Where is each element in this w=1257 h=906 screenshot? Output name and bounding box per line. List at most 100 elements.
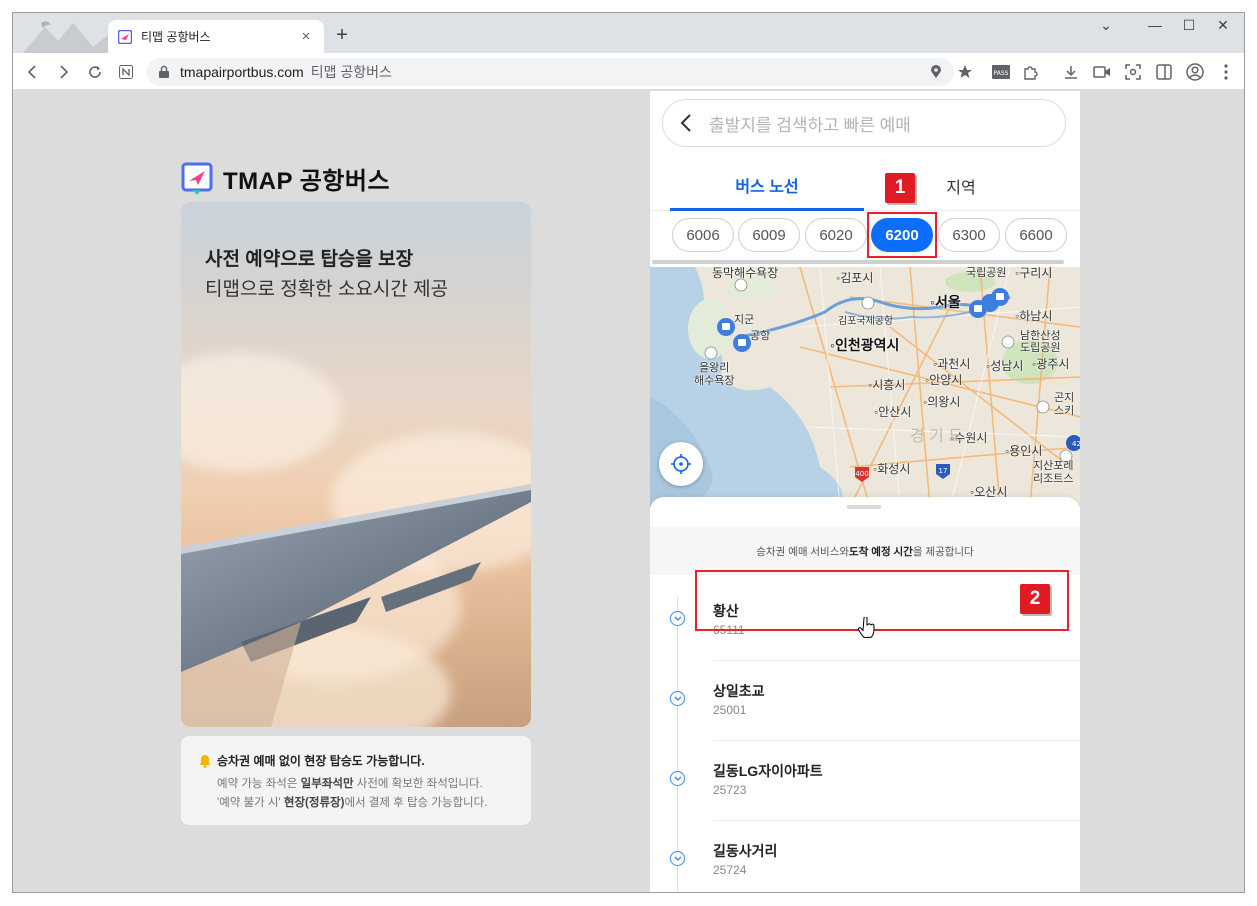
map-label-gyeonggi: 경 기 도	[910, 428, 964, 445]
map-label-gimpo: ◦김포시	[836, 271, 874, 285]
route-chip-list: 6006 6009 6020 6200 6300 6600	[650, 216, 1080, 256]
route-map[interactable]: 400 17 42 동막해수욕장 ◦김포시 김포국제공항 ◦인천광역시 ◦서울 …	[650, 267, 1080, 507]
annotation-box-stop-hwangsan	[695, 570, 1069, 631]
reload-button[interactable]	[84, 61, 106, 83]
map-label-eulwangri: 을왕리 해수욕장	[694, 362, 735, 387]
svg-text:PASS: PASS	[994, 70, 1009, 77]
cast-video-icon[interactable]	[1092, 62, 1112, 82]
naver-n-icon	[119, 65, 133, 79]
map-label-incheon: ◦인천광역시	[830, 337, 900, 353]
hand-cursor-icon	[858, 617, 875, 638]
map-label-ansan: ◦안산시	[874, 405, 912, 419]
lock-icon	[158, 65, 170, 79]
url-text: tmapairportbus.com	[180, 64, 304, 80]
naver-extension-button[interactable]	[115, 61, 137, 83]
reload-icon	[89, 66, 101, 78]
location-pin-icon[interactable]	[930, 65, 942, 82]
pass-extension-icon[interactable]: PASS	[991, 62, 1011, 82]
route-chip-6020[interactable]: 6020	[805, 218, 867, 252]
map-label-gonghang: 공항	[750, 330, 771, 342]
notice-line-1: 예약 가능 좌석은 일부좌석만 사전에 확보한 좌석입니다.	[217, 778, 483, 790]
annotation-box-route-6200	[867, 212, 937, 258]
chevron-down-icon	[670, 771, 685, 786]
address-bar[interactable]: tmapairportbus.com 티맵 공항버스	[146, 58, 954, 86]
map-label-jisan: 지산포레 리조트스	[1033, 460, 1074, 485]
tab-bus-routes[interactable]: 버스 노선	[670, 161, 864, 211]
page-content: TMAP 공항버스 사전 예약으로 탑승을 보장 티맵으로 정확한 소요시간 제…	[13, 91, 1244, 892]
back-chevron-icon[interactable]	[679, 113, 693, 133]
route-panel: 출발지를 검색하고 빠른 예매 버스 노선 지역 6006 6009 6020 …	[650, 91, 1080, 892]
minimize-button[interactable]: —	[1140, 17, 1170, 33]
map-label-jigun: 지군	[734, 314, 755, 326]
map-label-gimpo-airport: 김포국제공항	[838, 316, 894, 327]
stop-list-sheet: 승차권 예매 서비스와 도착 예정 시간 을 제공합니다 황산 65111 상일초…	[650, 497, 1080, 892]
map-label-dongmak: 동막해수욕장	[712, 267, 779, 280]
sheet-drag-handle[interactable]	[847, 505, 881, 509]
theme-decoration	[23, 21, 108, 53]
route-chip-6009[interactable]: 6009	[738, 218, 800, 252]
annotation-badge-2: 2	[1020, 584, 1050, 614]
side-panel-icon[interactable]	[1154, 62, 1174, 82]
brand-header: TMAP 공항버스	[181, 161, 390, 196]
bell-icon	[199, 755, 211, 768]
profile-avatar-icon[interactable]	[1185, 62, 1205, 82]
route-chip-6300[interactable]: 6300	[938, 218, 1000, 252]
download-icon[interactable]	[1061, 62, 1081, 82]
browser-window: 티맵 공항버스 × + ⌄ — ☐ ✕ tmapairportbus.com 티…	[12, 12, 1245, 893]
tmap-logo-icon	[181, 162, 213, 195]
annotation-badge-1: 1	[885, 173, 915, 203]
search-placeholder: 출발지를 검색하고 빠른 예매	[709, 115, 911, 135]
map-label-hanam: ◦하남시	[1015, 309, 1053, 323]
url-page-title: 티맵 공항버스	[310, 64, 392, 80]
svg-text:17: 17	[939, 467, 948, 475]
hero-banner: 사전 예약으로 탑승을 보장 티맵으로 정확한 소요시간 제공	[181, 202, 531, 727]
departure-search-input[interactable]: 출발지를 검색하고 빠른 예매	[662, 99, 1066, 147]
map-label-seongnam: ◦성남시	[986, 359, 1024, 373]
stop-name: 상일초교	[713, 683, 765, 699]
map-label-anyang: ◦안양시	[925, 373, 963, 387]
route-chip-6006[interactable]: 6006	[672, 218, 734, 252]
onsite-boarding-notice: 승차권 예매 없이 현장 탑승도 가능합니다. 예약 가능 좌석은 일부좌석만 …	[181, 736, 531, 825]
brand-name: TMAP 공항버스	[223, 168, 391, 195]
svg-text:42: 42	[1072, 440, 1080, 448]
back-button[interactable]	[21, 61, 43, 83]
chevron-down-icon	[670, 851, 685, 866]
stop-code: 25723	[713, 783, 747, 797]
forward-button[interactable]	[53, 61, 75, 83]
map-label-gonji: 곤지 스키	[1054, 392, 1075, 417]
chevron-down-icon	[670, 691, 685, 706]
active-tab[interactable]: 티맵 공항버스 ×	[108, 20, 324, 53]
my-location-button[interactable]	[659, 442, 703, 486]
map-label-gwangju: ◦광주시	[1032, 357, 1070, 371]
service-info-banner: 승차권 예매 서비스와 도착 예정 시간 을 제공합니다	[650, 527, 1080, 575]
tab-search-icon[interactable]: ⌄	[1091, 17, 1121, 34]
stop-name: 길동사거리	[713, 843, 778, 859]
tab-strip: 티맵 공항버스 × + ⌄ — ☐ ✕	[13, 13, 1244, 53]
tab-close-icon[interactable]: ×	[298, 28, 314, 45]
extensions-puzzle-icon[interactable]	[1021, 62, 1041, 82]
more-menu-icon[interactable]	[1216, 62, 1236, 82]
stop-item[interactable]: 길동사거리 25724	[650, 821, 1080, 892]
chip-scrollbar[interactable]	[652, 260, 1064, 264]
stop-item[interactable]: 상일초교 25001	[650, 661, 1080, 741]
browser-toolbar: tmapairportbus.com 티맵 공항버스 PASS	[13, 53, 1244, 90]
map-label-gwacheon: ◦과천시	[933, 357, 971, 371]
notice-title: 승차권 예매 없이 현장 탑승도 가능합니다.	[217, 754, 425, 768]
maximize-button[interactable]: ☐	[1174, 17, 1204, 34]
close-window-button[interactable]: ✕	[1208, 17, 1238, 34]
tab-title: 티맵 공항버스	[141, 30, 211, 44]
map-label-gukrip: 국립공원	[966, 267, 1007, 279]
map-label-yongin: ◦용인시	[1005, 444, 1043, 458]
map-label-namhansan: 남한산성 도립공원	[1020, 330, 1061, 354]
screenshot-icon[interactable]	[1123, 62, 1143, 82]
chevron-down-icon	[670, 611, 685, 626]
svg-text:400: 400	[855, 470, 868, 478]
hero-subline: 티맵으로 정확한 소요시간 제공	[205, 279, 449, 300]
route-chip-6600[interactable]: 6600	[1005, 218, 1067, 252]
hero-headline: 사전 예약으로 탑승을 보장	[205, 249, 414, 270]
new-tab-button[interactable]: +	[330, 24, 354, 47]
stop-item[interactable]: 길동LG자이아파트 25723	[650, 741, 1080, 821]
bookmark-star-icon[interactable]	[955, 62, 975, 82]
map-label-uiwang: ◦의왕시	[923, 395, 961, 409]
stop-code: 25001	[713, 703, 747, 717]
